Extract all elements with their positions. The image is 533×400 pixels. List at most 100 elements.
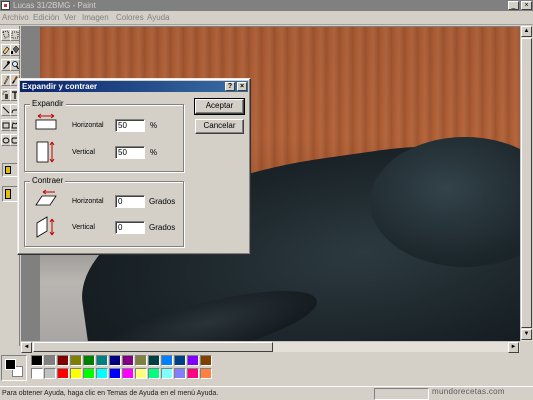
stretch-vertical-input[interactable] [115, 146, 145, 159]
menu-bar: Archivo Edición Ver Imagen Colores Ayuda [0, 11, 533, 25]
dialog-close-button[interactable]: × [237, 82, 247, 91]
palette-swatch[interactable] [83, 368, 95, 379]
transparency-option-icon [5, 189, 11, 199]
scroll-up-button[interactable]: ▲ [521, 26, 532, 37]
scroll-left-button[interactable]: ◄ [21, 342, 32, 353]
horizontal-scroll-thumb[interactable] [33, 342, 273, 352]
menu-ayuda[interactable]: Ayuda [147, 13, 170, 23]
skew-horizontal-input[interactable] [115, 195, 145, 208]
status-text: Para obtener Ayuda, haga clic en Temas d… [2, 390, 219, 397]
size-grip[interactable] [520, 341, 532, 352]
stretch-group: Expandir Horizontal % Vertical % [24, 99, 184, 172]
palette-swatch[interactable] [174, 355, 186, 366]
palette-swatch[interactable] [148, 368, 160, 379]
palette-swatch[interactable] [200, 368, 212, 379]
rectangle-icon [2, 122, 10, 129]
palette-swatch[interactable] [70, 355, 82, 366]
palette-swatch[interactable] [122, 368, 134, 379]
eraser-icon [2, 46, 10, 55]
pencil-icon [3, 75, 10, 85]
scroll-down-button[interactable]: ▼ [521, 329, 532, 340]
current-colors-indicator[interactable] [1, 355, 27, 381]
palette-swatch[interactable] [31, 355, 43, 366]
skew-horizontal-icon [35, 189, 57, 206]
palette-swatch[interactable] [57, 355, 69, 366]
skew-group: Contraer Horizontal Grados Vertical Grad… [24, 176, 184, 247]
foreground-color [5, 359, 16, 370]
palette-swatch[interactable] [96, 355, 108, 366]
watermark-text: mundorecetas.com [432, 387, 505, 396]
vertical-scroll-thumb[interactable] [521, 38, 532, 328]
stretch-vertical-unit: % [150, 148, 158, 157]
palette-swatch[interactable] [161, 355, 173, 366]
scroll-right-button[interactable]: ► [508, 342, 519, 353]
skew-vertical-icon [36, 216, 55, 238]
menu-colores[interactable]: Colores [116, 13, 144, 23]
help-button[interactable]: ? [225, 82, 235, 91]
palette-swatch[interactable] [83, 355, 95, 366]
palette-swatch[interactable] [135, 355, 147, 366]
ellipse-icon [2, 137, 10, 144]
palette-swatch[interactable] [31, 368, 43, 379]
palette-swatch[interactable] [187, 368, 199, 379]
skew-vertical-unit: Grados [149, 223, 176, 232]
menu-edicion[interactable]: Edición [33, 13, 59, 23]
palette-swatch[interactable] [148, 355, 160, 366]
menu-imagen[interactable]: Imagen [82, 13, 109, 23]
app-title-bar: Lucas 31/2BMG - Paint _ × [0, 0, 533, 11]
stretch-horizontal-icon [35, 113, 57, 130]
palette-swatch[interactable] [187, 355, 199, 366]
dialog-title: Expandir y contraer [22, 82, 98, 91]
palette-swatch[interactable] [44, 355, 56, 366]
rect-select-icon [11, 31, 19, 39]
cancel-button[interactable]: Cancelar [195, 119, 244, 134]
palette-swatch[interactable] [174, 368, 186, 379]
palette-swatch[interactable] [135, 368, 147, 379]
stretch-horizontal-input[interactable] [115, 119, 145, 132]
magnifier-icon [12, 61, 19, 70]
stretch-vertical-label: Vertical [72, 149, 95, 156]
rect-select-tool[interactable] [10, 29, 20, 41]
minimize-button[interactable]: _ [508, 1, 519, 10]
palette-swatch[interactable] [96, 368, 108, 379]
palette-swatch[interactable] [161, 368, 173, 379]
close-window-button[interactable]: × [521, 1, 532, 10]
stretch-group-label: Expandir [30, 99, 66, 109]
skew-vertical-label: Vertical [72, 224, 95, 231]
palette-swatch[interactable] [109, 368, 121, 379]
stretch-horizontal-unit: % [150, 121, 158, 130]
magnifier-tool[interactable] [10, 59, 20, 71]
color-palette [0, 353, 533, 384]
status-panel-coords [374, 388, 429, 400]
free-select-icon [2, 30, 10, 39]
paint-bucket-icon [11, 45, 19, 54]
palette-swatch[interactable] [109, 355, 121, 366]
stretch-vertical-icon [36, 141, 55, 163]
tool-options-box[interactable] [2, 163, 18, 177]
menu-ver[interactable]: Ver [64, 13, 76, 23]
skew-group-label: Contraer [30, 176, 66, 186]
palette-swatch[interactable] [57, 368, 69, 379]
palette-swatch[interactable] [44, 368, 56, 379]
skew-horizontal-unit: Grados [149, 197, 176, 206]
dialog-title-bar[interactable]: Expandir y contraer ? × [20, 81, 248, 92]
tool-options-box-2[interactable] [2, 186, 18, 202]
fill-tool[interactable] [10, 44, 20, 56]
palette-swatch[interactable] [122, 355, 134, 366]
eyedropper-icon [3, 61, 10, 69]
skew-horizontal-label: Horizontal [72, 198, 104, 205]
line-icon [2, 106, 10, 114]
stretch-horizontal-label: Horizontal [72, 122, 104, 129]
paint-app-icon[interactable] [1, 1, 10, 10]
airbrush-icon [2, 90, 8, 99]
vertical-scrollbar[interactable]: ▲ ▼ [520, 26, 532, 341]
palette-swatch[interactable] [200, 355, 212, 366]
stretch-skew-dialog: Expandir y contraer ? × Expandir Horizon… [17, 78, 251, 255]
accept-button[interactable]: Aceptar [194, 98, 245, 115]
fill-style-icon [5, 166, 11, 174]
skew-vertical-input[interactable] [115, 221, 145, 234]
window-title: Lucas 31/2BMG - Paint [13, 1, 96, 10]
horizontal-scrollbar[interactable]: ◄ ► [21, 341, 520, 353]
palette-swatch[interactable] [70, 368, 82, 379]
menu-archivo[interactable]: Archivo [2, 13, 29, 23]
